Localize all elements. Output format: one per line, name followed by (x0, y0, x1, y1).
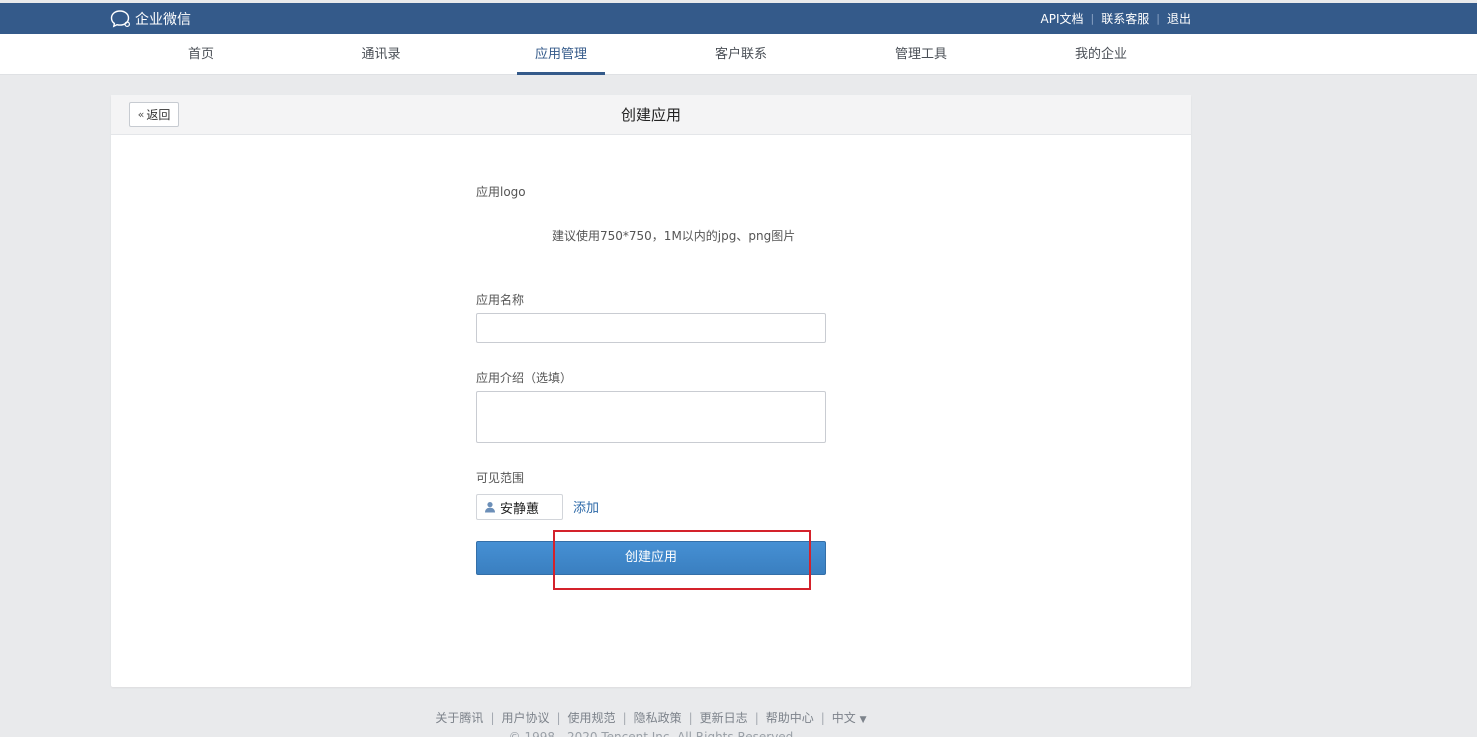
nav-tab-home[interactable]: 首页 (157, 34, 245, 75)
double-chevron-left-icon: « (137, 108, 145, 121)
caret-down-icon: ▼ (859, 715, 867, 725)
add-scope-link[interactable]: 添加 (573, 497, 599, 516)
footer-links: 关于腾讯 | 用户协议 | 使用规范 | 隐私政策 | 更新日志 | 帮助中心 | 中文 ▼ (0, 709, 1302, 726)
separator: | (820, 711, 825, 725)
nav-tab-contacts[interactable]: 通讯录 (337, 34, 425, 75)
language-selector[interactable]: 中文 ▼ (832, 711, 867, 725)
logo-upload-hint[interactable]: 建议使用750*750，1M以内的jpg、png图片 (552, 227, 795, 244)
top-bar: 企业微信 API文档 | 联系客服 | 退出 (0, 3, 1477, 34)
separator: | (1156, 12, 1160, 25)
separator: | (556, 711, 561, 725)
app-desc-label: 应用介绍（选填） (476, 371, 573, 385)
app-name-label: 应用名称 (476, 293, 525, 307)
separator: | (490, 711, 495, 725)
nav-tab-customer-contact[interactable]: 客户联系 (697, 34, 785, 75)
app-name-input[interactable] (476, 313, 826, 343)
nav-tab-my-enterprise[interactable]: 我的企业 (1057, 34, 1145, 75)
back-button[interactable]: « 返回 (129, 102, 179, 127)
footer-link-about[interactable]: 关于腾讯 (435, 711, 483, 725)
back-label: 返回 (146, 108, 171, 122)
footer-link-user-agreement[interactable]: 用户协议 (501, 711, 549, 725)
brand[interactable]: 企业微信 (110, 3, 191, 34)
logout-link[interactable]: 退出 (1167, 10, 1191, 27)
create-app-card: 创建应用 « 返回 应用logo 建议使用750*750，1M以内的jpg、pn… (111, 95, 1191, 687)
api-docs-link[interactable]: API文档 (1041, 10, 1084, 27)
wework-logo-icon (110, 9, 131, 27)
visible-scope-label: 可见范围 (476, 471, 525, 485)
separator: | (622, 711, 627, 725)
copyright: © 1998 - 2020 Tencent Inc. All Rights Re… (508, 730, 794, 737)
top-links: API文档 | 联系客服 | 退出 (1041, 3, 1191, 34)
separator: | (1090, 12, 1095, 25)
highlight-box (553, 530, 811, 590)
footer-link-changelog[interactable]: 更新日志 (700, 711, 748, 725)
separator: | (754, 711, 759, 725)
main-nav: 首页 通讯录 应用管理 客户联系 管理工具 我的企业 (0, 34, 1477, 75)
scope-member-chip[interactable]: 安静蕙 (476, 494, 563, 520)
nav-tab-management-tools[interactable]: 管理工具 (877, 34, 965, 75)
user-icon (485, 502, 495, 513)
language-label: 中文 (831, 711, 856, 725)
nav-tab-app-management[interactable]: 应用管理 (517, 34, 605, 75)
app-desc-textarea[interactable] (476, 391, 826, 443)
page-title: 创建应用 (620, 106, 681, 124)
footer-link-usage-rules[interactable]: 使用规范 (568, 711, 616, 725)
footer-link-privacy[interactable]: 隐私政策 (634, 711, 682, 725)
separator: | (688, 711, 693, 725)
footer-link-help[interactable]: 帮助中心 (766, 711, 814, 725)
logo-label: 应用logo (476, 185, 526, 199)
card-header: 创建应用 « 返回 (111, 95, 1191, 135)
brand-name: 企业微信 (135, 11, 191, 28)
contact-support-link[interactable]: 联系客服 (1101, 10, 1149, 27)
scope-member-name: 安静蕙 (500, 501, 540, 517)
